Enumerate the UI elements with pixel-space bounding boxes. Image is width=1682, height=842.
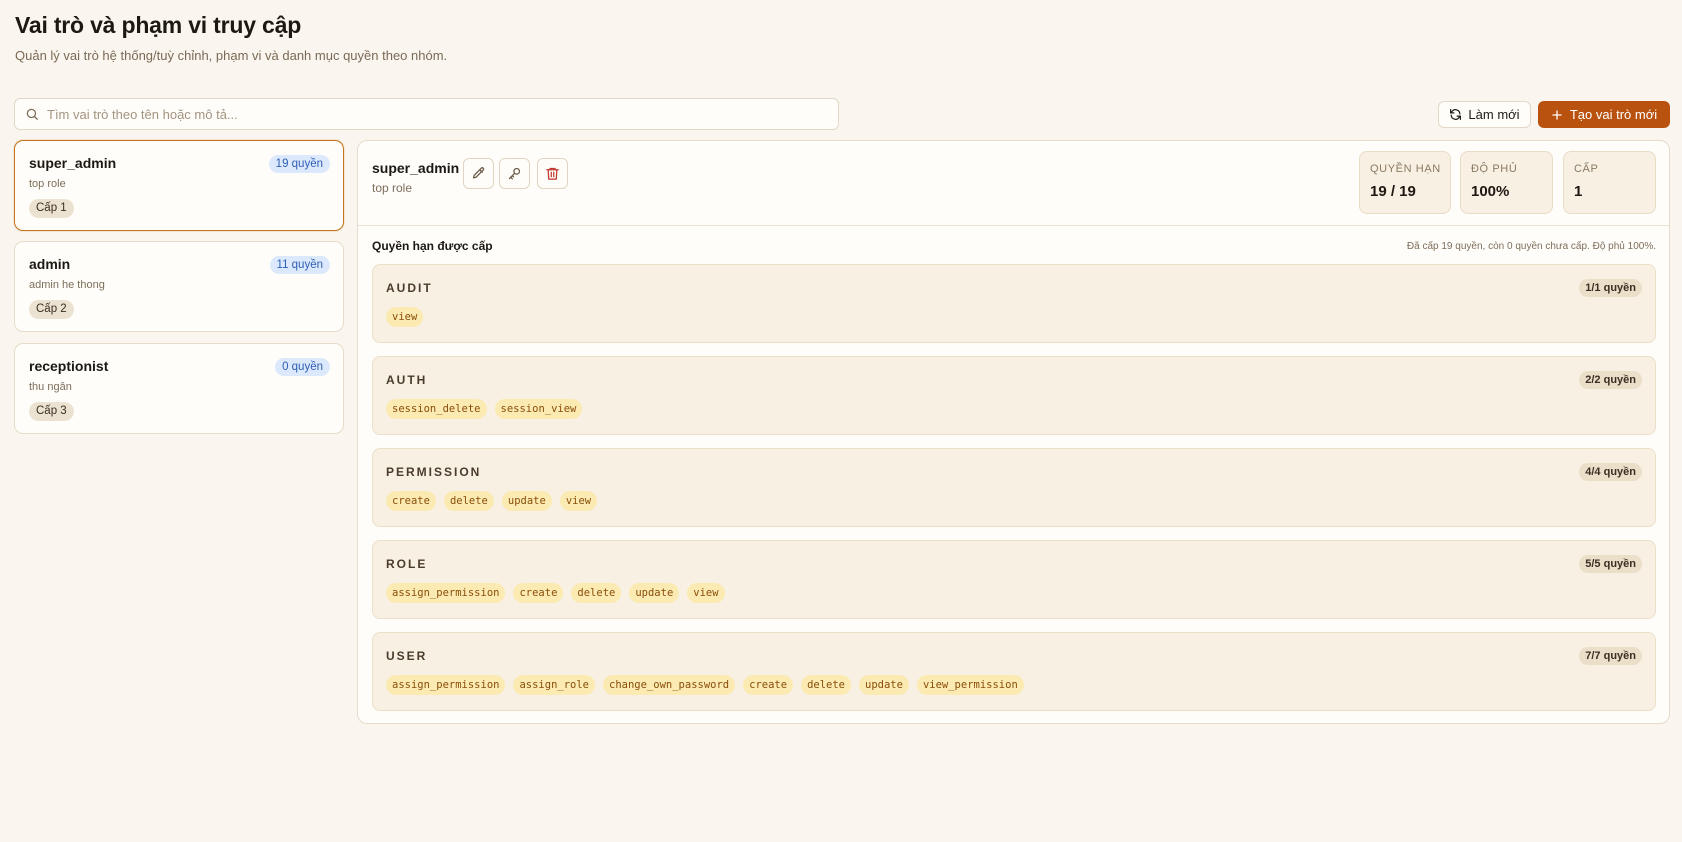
stat-value: 100% — [1471, 183, 1510, 200]
role-level-badge: Cấp 2 — [29, 300, 74, 319]
permission-chip-list: assign_permission assign_role change_own… — [386, 675, 1024, 695]
permission-chip: update — [501, 491, 552, 511]
stat-label: Quyền hạn — [1370, 163, 1441, 175]
key-icon — [508, 167, 521, 180]
role-permission-count: 11 quyền — [269, 256, 330, 274]
permission-chip: create — [513, 583, 564, 603]
permission-group-role: ROLE 5/5 quyền assign_permission create … — [372, 540, 1656, 619]
permission-chip: create — [743, 675, 794, 695]
search-icon — [26, 108, 38, 120]
stat-value: 19 / 19 — [1370, 183, 1416, 200]
role-detail-panel: super_admin top role Quyền hạn 19 / 19 Đ… — [357, 140, 1670, 724]
permission-chip: update — [629, 583, 680, 603]
permissions-summary: Đã cấp 19 quyền, còn 0 quyền chưa cấp. Đ… — [1406, 241, 1656, 252]
permission-chip: view — [559, 491, 598, 511]
role-level-badge: Cấp 1 — [29, 199, 74, 218]
role-card-receptionist[interactable]: receptionist thu ngân 0 quyền Cấp 3 — [14, 343, 344, 434]
detail-role-name: super_admin — [372, 160, 460, 176]
permission-chip: assign_permission — [386, 675, 506, 695]
page-title: Vai trò và phạm vi truy cập — [15, 12, 302, 38]
detail-role-description: top role — [372, 181, 413, 195]
permission-chip: view_permission — [916, 675, 1024, 695]
search-box[interactable] — [14, 98, 839, 130]
refresh-icon — [1450, 109, 1462, 120]
permission-group-user: USER 7/7 quyền assign_permission assign_… — [372, 632, 1656, 711]
group-count-badge: 4/4 quyền — [1579, 463, 1642, 481]
role-name: admin — [29, 256, 71, 272]
role-description: admin he thong — [29, 279, 105, 291]
permission-chip: assign_role — [513, 675, 596, 695]
permission-group-audit: AUDIT 1/1 quyền view — [372, 264, 1656, 343]
permission-chip-list: assign_permission create delete update v… — [386, 583, 725, 603]
delete-role-button[interactable] — [537, 158, 568, 189]
stat-label: Cấp — [1574, 163, 1599, 175]
role-card-admin[interactable]: admin admin he thong 11 quyền Cấp 2 — [14, 241, 344, 332]
create-role-label: Tạo vai trò mới — [1569, 107, 1658, 122]
permission-chip-list: view — [386, 307, 424, 327]
permissions-section-title: Quyền hạn được cấp — [372, 239, 493, 253]
stat-level: Cấp 1 — [1563, 151, 1656, 214]
edit-role-button[interactable] — [463, 158, 494, 189]
role-name: receptionist — [29, 358, 109, 374]
page-subtitle: Quản lý vai trò hệ thống/tuỳ chỉnh, phạm… — [15, 48, 448, 63]
plus-icon — [1552, 109, 1562, 120]
pencil-icon — [472, 167, 485, 179]
permission-chip: assign_permission — [386, 583, 506, 603]
role-description: top role — [29, 178, 66, 190]
group-name: ROLE — [386, 557, 428, 571]
group-name: AUDIT — [386, 281, 433, 295]
permission-chip: view — [386, 307, 424, 327]
refresh-label: Làm mới — [1468, 107, 1520, 122]
role-description: thu ngân — [29, 381, 72, 393]
group-count-badge: 2/2 quyền — [1579, 371, 1642, 389]
group-name: PERMISSION — [386, 465, 482, 479]
role-detail-header: super_admin top role Quyền hạn 19 / 19 Đ… — [358, 141, 1669, 226]
role-level-badge: Cấp 3 — [29, 402, 74, 421]
permission-chip: create — [386, 491, 436, 511]
permission-group-auth: AUTH 2/2 quyền session_delete session_vi… — [372, 356, 1656, 435]
group-name: USER — [386, 649, 428, 663]
permission-chip-list: session_delete session_view — [386, 399, 583, 419]
group-count-badge: 1/1 quyền — [1579, 279, 1642, 297]
permission-chip: delete — [801, 675, 851, 695]
stat-label: Độ phủ — [1471, 163, 1518, 175]
stat-coverage: Độ phủ 100% — [1460, 151, 1553, 214]
role-permission-count: 0 quyền — [275, 358, 330, 376]
refresh-button[interactable]: Làm mới — [1438, 101, 1531, 128]
permission-chip: delete — [571, 583, 622, 603]
permission-chip-list: create delete update view — [386, 491, 598, 511]
permission-chip: change_own_password — [603, 675, 736, 695]
stat-value: 1 — [1574, 183, 1583, 200]
role-permission-count: 19 quyền — [268, 155, 330, 173]
trash-icon — [546, 167, 559, 180]
permission-chip: session_view — [494, 399, 583, 419]
manage-permissions-button[interactable] — [499, 158, 530, 189]
group-count-badge: 5/5 quyền — [1579, 555, 1642, 573]
group-name: AUTH — [386, 373, 428, 387]
search-input[interactable] — [47, 106, 807, 122]
role-card-super-admin[interactable]: super_admin top role 19 quyền Cấp 1 — [14, 140, 344, 231]
stat-permissions: Quyền hạn 19 / 19 — [1359, 151, 1451, 214]
permission-group-permission: PERMISSION 4/4 quyền create delete updat… — [372, 448, 1656, 527]
permission-chip: update — [859, 675, 909, 695]
role-name: super_admin — [29, 155, 117, 171]
permission-chip: delete — [443, 491, 494, 511]
permission-chip: session_delete — [386, 399, 487, 419]
create-role-button[interactable]: Tạo vai trò mới — [1538, 101, 1670, 128]
group-count-badge: 7/7 quyền — [1579, 647, 1642, 665]
permission-chip: view — [687, 583, 725, 603]
